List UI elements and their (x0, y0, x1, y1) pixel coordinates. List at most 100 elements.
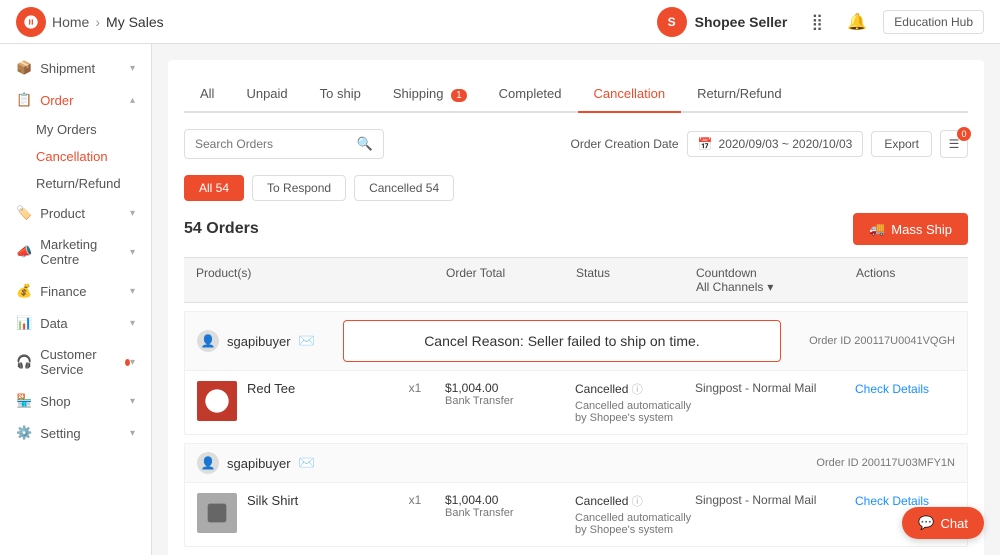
product-name-2: Silk Shirt (247, 493, 298, 508)
sub-tab-all-54[interactable]: All 54 (184, 175, 244, 201)
sub-tab-cancelled-54[interactable]: Cancelled 54 (354, 175, 454, 201)
sub-tab-to-respond[interactable]: To Respond (252, 175, 346, 201)
sidebar-item-label: Data (40, 316, 67, 331)
header-order-total-spacer (386, 266, 446, 294)
tab-shipping[interactable]: Shipping 1 (377, 76, 483, 113)
channel-dropdown[interactable]: All Channels ▾ (696, 280, 856, 294)
sub-tabs: All 54 To Respond Cancelled 54 (184, 175, 968, 201)
status-info-icon-1: ⓘ (632, 384, 643, 396)
sidebar-order-submenu: My Orders Cancellation Return/Refund (0, 116, 151, 197)
product-icon: 🏷️ (16, 205, 32, 221)
home-link[interactable]: Home (52, 14, 89, 30)
main-tabs: All Unpaid To ship Shipping 1 Completed … (184, 76, 968, 113)
orders-count: 54 Orders (184, 220, 259, 238)
header-actions: Actions (856, 266, 956, 294)
search-icon: 🔍 (357, 136, 373, 152)
chat-label: Chat (941, 516, 968, 531)
date-range-value: 2020/09/03 ~ 2020/10/03 (719, 137, 853, 151)
buyer-avatar-2: 👤 (197, 452, 219, 474)
product-img-1 (197, 381, 237, 421)
sidebar-item-setting[interactable]: ⚙️ Setting ▾ (0, 417, 151, 449)
header-right: S Shopee Seller ⣿ 🔔 Education Hub (657, 7, 984, 37)
shipment-icon: 📦 (16, 60, 32, 76)
actions-2: Check Details (855, 493, 955, 508)
sidebar-item-marketing-centre[interactable]: 📣 Marketing Centre ▾ (0, 229, 151, 275)
export-button[interactable]: Export (871, 131, 932, 157)
tab-return-refund[interactable]: Return/Refund (681, 76, 798, 113)
tab-completed[interactable]: Completed (483, 76, 578, 113)
sidebar-item-shop[interactable]: 🏪 Shop ▾ (0, 385, 151, 417)
filter-badge: 0 (957, 127, 971, 141)
buyer-avatar-1: 👤 (197, 330, 219, 352)
header-order-total: Order Total (446, 266, 576, 294)
search-input[interactable] (195, 137, 351, 151)
cancel-reason-box-1: Cancel Reason: Seller failed to ship on … (343, 320, 781, 362)
chat-button[interactable]: 💬 Chat (902, 507, 984, 539)
sidebar-item-label: Order (40, 93, 73, 108)
setting-icon: ⚙️ (16, 425, 32, 441)
status-info-icon-2: ⓘ (632, 496, 643, 508)
orders-header: 54 Orders 🚚 Mass Ship (184, 213, 968, 245)
data-icon: 📊 (16, 315, 32, 331)
breadcrumb-current: My Sales (106, 14, 164, 30)
sidebar-item-finance[interactable]: 💰 Finance ▾ (0, 275, 151, 307)
sidebar-item-shipment[interactable]: 📦 Shipment ▾ (0, 52, 151, 84)
order-group-2: 👤 sgapibuyer ✉️ Order ID 200117U03MFY1N … (184, 443, 968, 547)
sidebar-item-product[interactable]: 🏷️ Product ▾ (0, 197, 151, 229)
marketing-icon: 📣 (16, 244, 32, 260)
date-filter-label: Order Creation Date (571, 137, 679, 151)
sidebar-item-label: Shop (40, 394, 70, 409)
tab-all[interactable]: All (184, 76, 230, 113)
chat-icon: 💬 (918, 515, 934, 531)
mass-ship-button[interactable]: 🚚 Mass Ship (853, 213, 968, 245)
mail-icon-2: ✉️ (299, 455, 315, 471)
main-content: All Unpaid To ship Shipping 1 Completed … (152, 44, 1000, 555)
order-group-header-1: 👤 sgapibuyer ✉️ Cancel Reason: Seller fa… (185, 312, 967, 371)
shipping-method-1: Singpost - Normal Mail (695, 381, 855, 395)
sidebar-item-customer-service[interactable]: 🎧 Customer Service ▾ (0, 339, 151, 385)
check-details-2[interactable]: Check Details (855, 494, 929, 508)
shopee-seller-brand: S Shopee Seller (657, 7, 788, 37)
sidebar-item-my-orders[interactable]: My Orders (0, 116, 151, 143)
product-name-1: Red Tee (247, 381, 295, 396)
status-cell-2: Cancelled ⓘ Cancelled automatically by S… (575, 493, 695, 536)
shopee-seller-label: Shopee Seller (695, 14, 788, 30)
main-layout: 📦 Shipment ▾ 📋 Order ▴ My Orders Cancell… (0, 44, 1000, 555)
chevron-down-icon: ▾ (130, 428, 135, 439)
check-details-1[interactable]: Check Details (855, 382, 929, 396)
order-total-1: $1,004.00 Bank Transfer (445, 381, 575, 407)
status-cell-1: Cancelled ⓘ Cancelled automatically by S… (575, 381, 695, 424)
breadcrumb: Home › My Sales (16, 7, 164, 37)
ship-icon: 🚚 (869, 221, 885, 237)
sidebar-item-cancellation[interactable]: Cancellation (0, 143, 151, 170)
grid-icon[interactable]: ⣿ (803, 8, 831, 36)
search-bar: 🔍 Order Creation Date 📅 2020/09/03 ~ 202… (184, 129, 968, 159)
tab-unpaid[interactable]: Unpaid (230, 76, 303, 113)
shipping-badge: 1 (451, 89, 467, 102)
shipping-method-2: Singpost - Normal Mail (695, 493, 855, 507)
sidebar-item-data[interactable]: 📊 Data ▾ (0, 307, 151, 339)
logo-icon (16, 7, 46, 37)
search-input-wrapper[interactable]: 🔍 (184, 129, 384, 159)
buyer-name-1: sgapibuyer (227, 334, 291, 349)
header-status: Status (576, 266, 696, 294)
date-range-picker[interactable]: 📅 2020/09/03 ~ 2020/10/03 (687, 131, 864, 157)
filter-button[interactable]: ☰ 0 (940, 130, 968, 158)
education-hub-button[interactable]: Education Hub (883, 10, 984, 34)
app-header: Home › My Sales S Shopee Seller ⣿ 🔔 Educ… (0, 0, 1000, 44)
finance-icon: 💰 (16, 283, 32, 299)
sidebar-item-label: Marketing Centre (40, 237, 130, 267)
buyer-name-2: sgapibuyer (227, 456, 291, 471)
product-cell-1: Red Tee (197, 381, 385, 421)
chevron-down-icon: ▾ (130, 63, 135, 74)
order-id-1: Order ID 200117U0041VQGH (809, 335, 955, 347)
order-product-row-1: Red Tee x1 $1,004.00 Bank Transfer Cance… (185, 371, 967, 434)
tab-to-ship[interactable]: To ship (304, 76, 377, 113)
sidebar-item-order[interactable]: 📋 Order ▴ (0, 84, 151, 116)
chevron-down-icon: ▾ (130, 357, 135, 368)
sidebar: 📦 Shipment ▾ 📋 Order ▴ My Orders Cancell… (0, 44, 152, 555)
tab-cancellation[interactable]: Cancellation (578, 76, 682, 113)
sidebar-item-return-refund[interactable]: Return/Refund (0, 170, 151, 197)
shopee-seller-logo: S (657, 7, 687, 37)
notification-icon[interactable]: 🔔 (843, 8, 871, 36)
